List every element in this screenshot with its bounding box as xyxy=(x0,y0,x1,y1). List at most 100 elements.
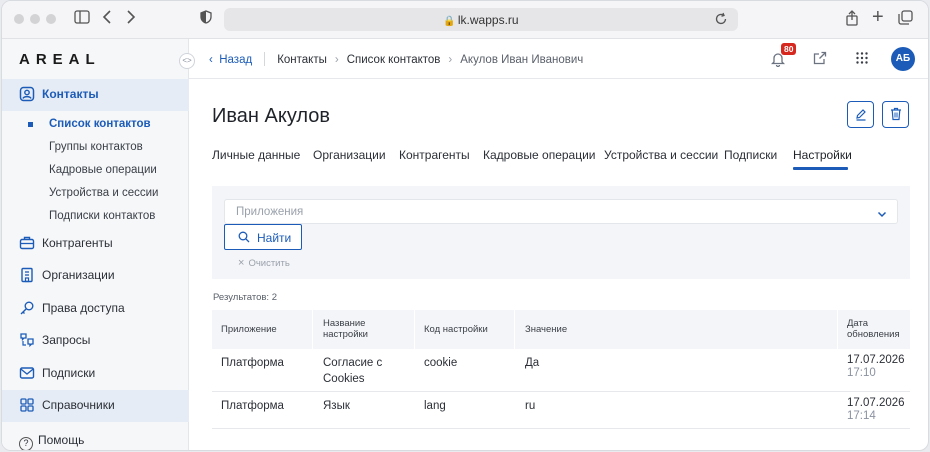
lock-icon: 🔒 xyxy=(443,16,456,27)
subitem-hr-operations[interactable]: Кадровые операции xyxy=(2,163,189,183)
search-icon xyxy=(238,231,250,246)
contact-icon xyxy=(19,86,35,102)
notification-badge: 80 xyxy=(781,43,797,55)
sidebar-item-label: Организации xyxy=(42,268,115,282)
url-text: lk.wapps.ru xyxy=(457,13,519,27)
tab-overview-icon[interactable] xyxy=(898,10,913,30)
browser-back-icon[interactable] xyxy=(102,10,112,29)
back-link[interactable]: ‹ Назад xyxy=(209,54,252,66)
column-header-line: обновления xyxy=(847,329,900,340)
sidebar-collapse-button[interactable]: <> xyxy=(179,53,195,69)
window-close-dot[interactable] xyxy=(14,14,24,24)
results-count: Результатов: 2 xyxy=(213,292,277,303)
subitem-label: Подписки контактов xyxy=(49,210,156,222)
tab-personal-data[interactable]: Личные данные xyxy=(212,148,300,162)
subitem-contact-subscriptions[interactable]: Подписки контактов xyxy=(2,209,189,229)
sidebar-toggle-icon[interactable] xyxy=(74,10,90,29)
apps-grid-icon[interactable] xyxy=(855,51,869,70)
avatar[interactable]: АБ xyxy=(891,47,915,71)
sidebar-item-subscriptions[interactable]: Подписки xyxy=(2,358,189,390)
cell-setting-code: lang xyxy=(424,400,446,412)
clear-label: Очистить xyxy=(248,258,290,269)
find-label: Найти xyxy=(257,231,292,245)
browser-toolbar: 🔒 lk.wapps.ru + xyxy=(2,1,928,39)
help-label: Помощь xyxy=(38,433,85,447)
cell-setting-name: Язык xyxy=(323,400,350,412)
column-divider xyxy=(837,310,838,349)
column-header[interactable]: Значение xyxy=(525,324,567,335)
mail-icon xyxy=(19,365,35,381)
building-icon xyxy=(19,267,35,283)
new-tab-icon[interactable]: + xyxy=(872,7,884,27)
trash-icon xyxy=(890,107,902,126)
find-button[interactable]: Найти xyxy=(224,224,302,250)
external-link-icon[interactable] xyxy=(813,51,827,70)
reload-icon[interactable] xyxy=(714,12,728,31)
sidebar-item-label: Контрагенты xyxy=(42,236,113,250)
sidebar-item-organizations[interactable]: Организации xyxy=(2,260,189,292)
applications-select[interactable]: Приложения xyxy=(224,199,898,224)
privacy-shield-icon[interactable] xyxy=(200,10,212,29)
cell-app: Платформа xyxy=(221,400,284,412)
help-icon: ? xyxy=(19,437,33,450)
column-header[interactable]: Код настройки xyxy=(424,324,488,335)
subitem-contact-groups[interactable]: Группы контактов xyxy=(2,140,189,160)
sidebar-item-counterparties[interactable]: Контрагенты xyxy=(2,228,189,260)
cell-time: 17:14 xyxy=(847,410,876,422)
tab-organizations[interactable]: Организации xyxy=(313,148,386,162)
chevron-right-icon: › xyxy=(448,54,453,66)
cell-date: 17.07.2026 xyxy=(847,354,905,366)
table-row[interactable]: Платформа Согласие с Cookies cookie Да 17… xyxy=(212,349,910,392)
tab-settings[interactable]: Настройки xyxy=(793,148,852,162)
sidebar-item-label: Подписки xyxy=(42,366,96,380)
briefcase-icon xyxy=(19,235,35,251)
breadcrumb-current: Акулов Иван Иванович xyxy=(460,54,584,66)
cell-value: ru xyxy=(525,400,536,412)
column-header[interactable]: Название настройки xyxy=(323,318,368,340)
browser-forward-icon[interactable] xyxy=(126,10,136,29)
sidebar-item-label: Права доступа xyxy=(42,301,125,315)
divider xyxy=(264,52,266,66)
address-bar[interactable]: 🔒 lk.wapps.ru xyxy=(224,8,738,31)
cell-updated: 17.07.2026 17:14 xyxy=(847,397,905,423)
grid-icon xyxy=(19,397,35,413)
window-minimize-dot[interactable] xyxy=(30,14,40,24)
tab-hr-operations[interactable]: Кадровые операции xyxy=(483,148,596,162)
close-icon: × xyxy=(238,257,245,269)
share-icon[interactable] xyxy=(845,10,859,31)
sidebar-item-contacts[interactable]: Контакты xyxy=(2,79,189,111)
edit-button[interactable] xyxy=(847,101,874,128)
sidebar-item-directories[interactable]: Справочники xyxy=(2,390,189,422)
breadcrumb-contacts[interactable]: Контакты xyxy=(277,54,327,66)
tab-subscriptions[interactable]: Подписки xyxy=(724,148,777,162)
cell-app: Платформа xyxy=(221,357,284,369)
window-maximize-dot[interactable] xyxy=(46,14,56,24)
delete-button[interactable] xyxy=(882,101,909,128)
subitem-contact-list[interactable]: Список контактов xyxy=(2,117,189,137)
chevron-right-icon: › xyxy=(334,54,339,66)
chevron-left-icon: ‹ xyxy=(209,54,213,66)
cell-setting-code: cookie xyxy=(424,357,458,369)
clear-button[interactable]: × Очистить xyxy=(238,257,290,269)
breadcrumb-contact-list[interactable]: Список контактов xyxy=(347,54,441,66)
column-header[interactable]: Приложение xyxy=(221,324,277,335)
sidebar-item-label: Запросы xyxy=(42,333,91,347)
table-row[interactable]: Платформа Язык lang ru 17.07.2026 17:14 xyxy=(212,392,910,429)
app-window: 🔒 lk.wapps.ru + AREAL Контакты Список кон… xyxy=(1,0,929,451)
column-header[interactable]: Дата обновления xyxy=(847,318,900,340)
column-divider xyxy=(414,310,415,349)
sidebar-item-access-rights[interactable]: Права доступа xyxy=(2,293,189,325)
subitem-label: Устройства и сессии xyxy=(49,187,159,199)
subitem-devices-sessions[interactable]: Устройства и сессии xyxy=(2,186,189,206)
cell-setting-name: Согласие с Cookies xyxy=(323,355,382,387)
tab-devices-sessions[interactable]: Устройства и сессии xyxy=(604,148,718,162)
column-header-line: Название xyxy=(323,318,366,329)
areal-logo[interactable]: AREAL xyxy=(19,51,101,68)
table-header: Приложение Название настройки Код настрой… xyxy=(212,310,910,349)
breadcrumb: ‹ Назад Контакты › Список контактов › Акулов … xyxy=(209,52,583,66)
column-header-line: настройки xyxy=(323,329,368,340)
sidebar-item-requests[interactable]: Запросы xyxy=(2,325,189,357)
help-link[interactable]: ? Помощь xyxy=(19,433,85,450)
sidebar-item-label: Справочники xyxy=(42,398,115,412)
tab-counterparties[interactable]: Контрагенты xyxy=(399,148,470,162)
